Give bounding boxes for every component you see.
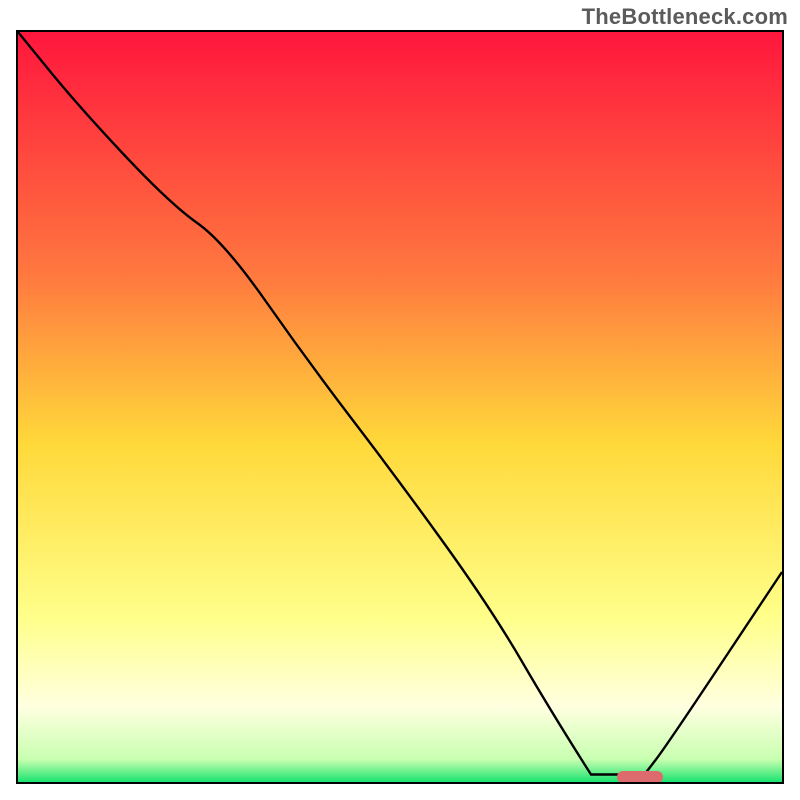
curve-path [18, 32, 782, 775]
plot-area [16, 30, 784, 784]
bottleneck-curve [18, 32, 782, 782]
watermark-text: TheBottleneck.com [582, 4, 788, 30]
optimal-range-marker [617, 771, 663, 783]
chart-stage: TheBottleneck.com [0, 0, 800, 800]
